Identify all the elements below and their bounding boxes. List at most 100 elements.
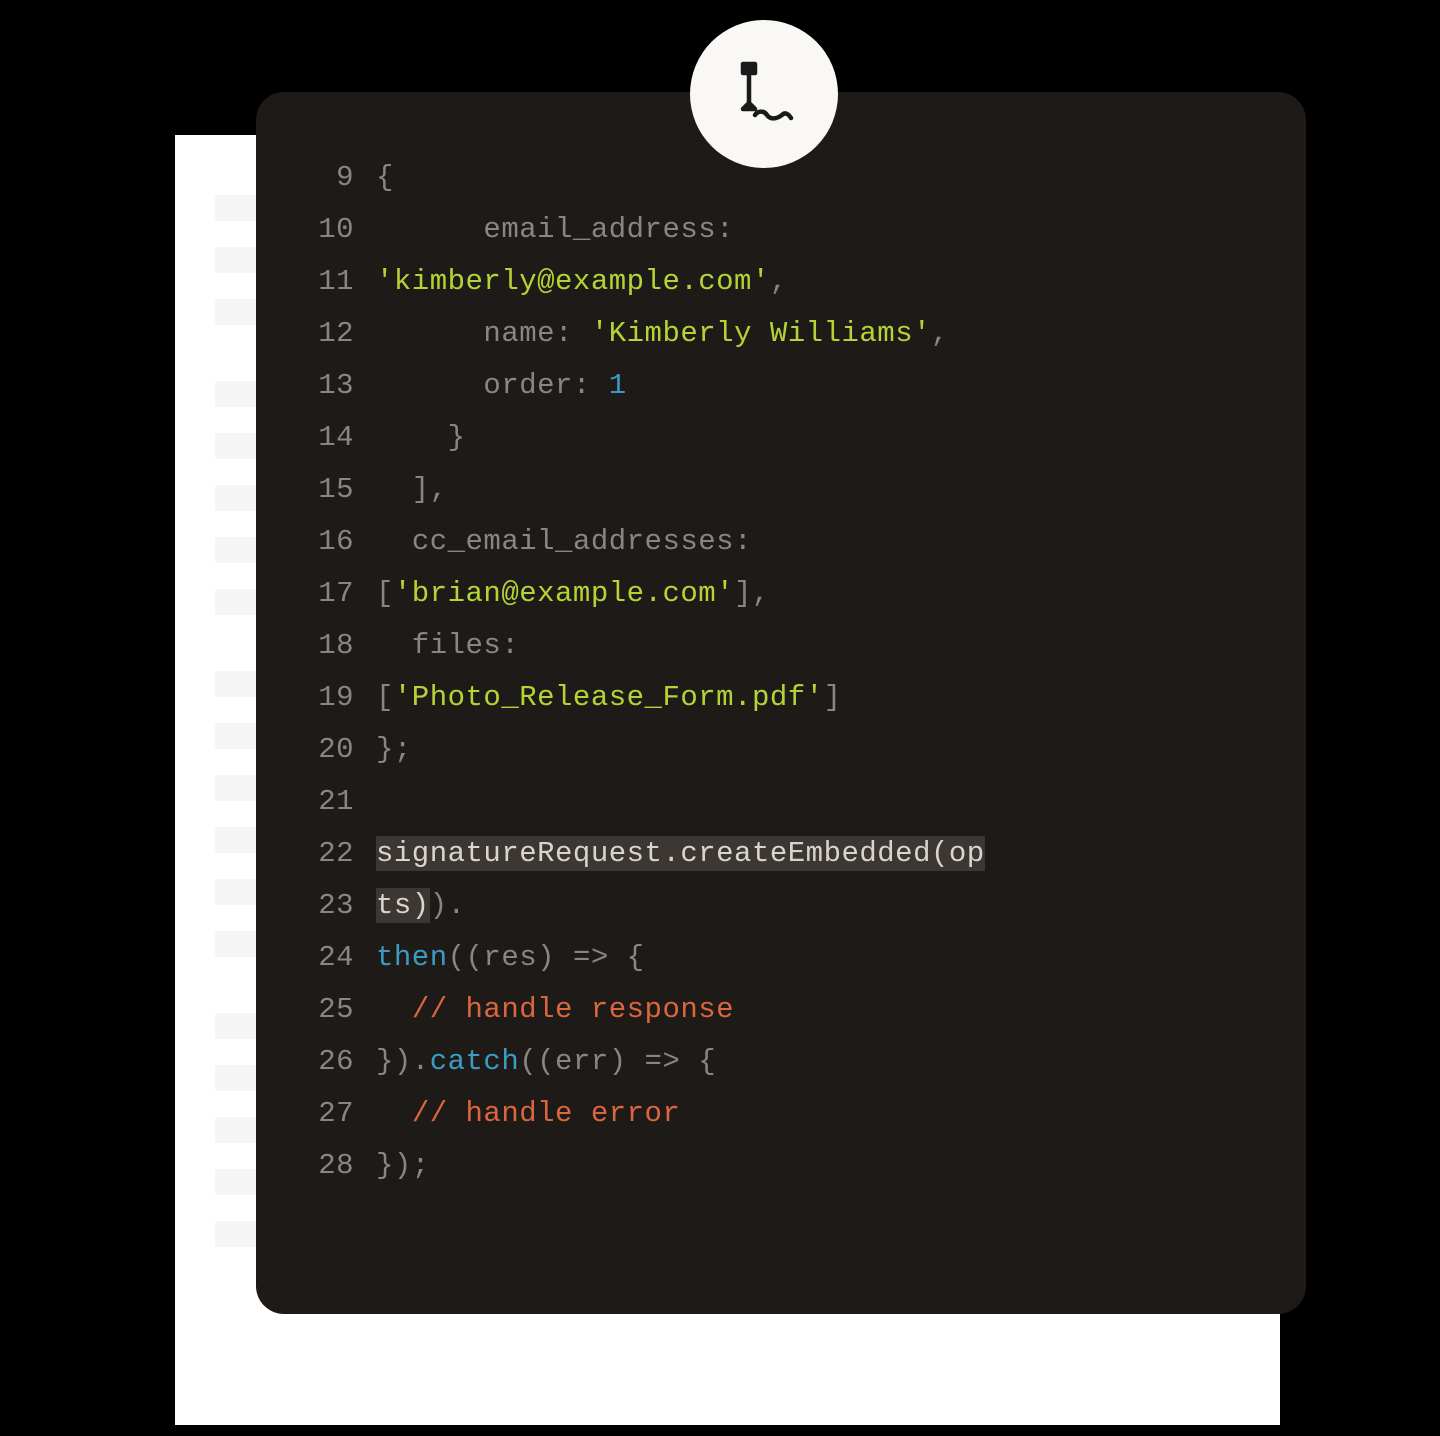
code-token: // handle error bbox=[412, 1097, 681, 1130]
line-number: 9 bbox=[296, 152, 354, 204]
code-line[interactable]: 21 bbox=[296, 776, 1258, 828]
sign-badge bbox=[690, 20, 838, 168]
line-content[interactable]: } bbox=[376, 412, 1258, 464]
sign-icon bbox=[728, 58, 800, 130]
line-number: 27 bbox=[296, 1088, 354, 1140]
code-token: email_address: bbox=[483, 213, 734, 246]
code-line[interactable]: 20}; bbox=[296, 724, 1258, 776]
code-line[interactable]: 16 cc_email_addresses: bbox=[296, 516, 1258, 568]
code-token: ((res) => { bbox=[448, 941, 645, 974]
code-line[interactable]: 10 email_address: bbox=[296, 204, 1258, 256]
code-line[interactable]: 28}); bbox=[296, 1140, 1258, 1192]
code-line[interactable]: 13 order: 1 bbox=[296, 360, 1258, 412]
line-content[interactable]: name: 'Kimberly Williams', bbox=[376, 308, 1258, 360]
line-content[interactable]: email_address: bbox=[376, 204, 1258, 256]
line-content[interactable]: files: bbox=[376, 620, 1258, 672]
line-number: 26 bbox=[296, 1036, 354, 1088]
line-content[interactable]: signatureRequest.createEmbedded(op bbox=[376, 828, 1258, 880]
code-token: { bbox=[376, 161, 394, 194]
line-number: 24 bbox=[296, 932, 354, 984]
code-token: }; bbox=[376, 733, 412, 766]
code-token: [ bbox=[376, 681, 394, 714]
line-content[interactable]: // handle error bbox=[376, 1088, 1258, 1140]
code-line[interactable]: 26}).catch((err) => { bbox=[296, 1036, 1258, 1088]
line-number: 28 bbox=[296, 1140, 354, 1192]
code-token: 'Kimberly Williams' bbox=[591, 317, 931, 350]
code-line[interactable]: 18 files: bbox=[296, 620, 1258, 672]
line-number: 10 bbox=[296, 204, 354, 256]
line-content[interactable]: ['Photo_Release_Form.pdf'] bbox=[376, 672, 1258, 724]
code-token: ] bbox=[824, 681, 842, 714]
code-line[interactable]: 17 ['brian@example.com'], bbox=[296, 568, 1258, 620]
code-token: // handle response bbox=[412, 993, 734, 1026]
code-token bbox=[376, 213, 483, 246]
code-token: } bbox=[376, 421, 466, 454]
line-number: 18 bbox=[296, 620, 354, 672]
line-content[interactable]: }; bbox=[376, 724, 1258, 776]
line-content[interactable]: ['brian@example.com'], bbox=[376, 568, 1258, 620]
line-content[interactable]: cc_email_addresses: bbox=[376, 516, 1258, 568]
line-content[interactable]: }); bbox=[376, 1140, 1258, 1192]
line-content[interactable]: { bbox=[376, 152, 1258, 204]
line-number: 12 bbox=[296, 308, 354, 360]
code-token bbox=[376, 369, 483, 402]
code-editor-panel[interactable]: 9{10 email_address:11'kimberly@example.c… bbox=[256, 92, 1306, 1314]
code-line[interactable]: 24 then((res) => { bbox=[296, 932, 1258, 984]
line-number: 23 bbox=[296, 880, 354, 932]
code-token: ts) bbox=[376, 888, 430, 923]
line-number: 17 bbox=[296, 568, 354, 620]
code-token: catch bbox=[430, 1045, 520, 1078]
line-content[interactable]: ts)). bbox=[376, 880, 1258, 932]
line-number: 25 bbox=[296, 984, 354, 1036]
code-line[interactable]: 12 name: 'Kimberly Williams', bbox=[296, 308, 1258, 360]
line-number: 16 bbox=[296, 516, 354, 568]
line-content[interactable]: // handle response bbox=[376, 984, 1258, 1036]
code-line[interactable]: 14 } bbox=[296, 412, 1258, 464]
code-token: ). bbox=[430, 889, 466, 922]
code-token: name: bbox=[483, 317, 590, 350]
code-token: ], bbox=[734, 577, 770, 610]
code-token: then bbox=[376, 941, 448, 974]
line-content[interactable]: }).catch((err) => { bbox=[376, 1036, 1258, 1088]
code-token: ], bbox=[376, 473, 448, 506]
code-token bbox=[376, 1097, 412, 1130]
line-number: 20 bbox=[296, 724, 354, 776]
code-token: [ bbox=[376, 577, 394, 610]
code-token: , bbox=[931, 317, 949, 350]
code-token: cc_email_addresses: bbox=[412, 525, 752, 558]
line-number: 22 bbox=[296, 828, 354, 880]
line-number: 13 bbox=[296, 360, 354, 412]
line-content[interactable]: then((res) => { bbox=[376, 932, 1258, 984]
line-number: 21 bbox=[296, 776, 354, 828]
code-token: }). bbox=[376, 1045, 430, 1078]
code-token: ((err) => { bbox=[519, 1045, 716, 1078]
code-token: 1 bbox=[609, 369, 627, 402]
code-line[interactable]: 11 'kimberly@example.com', bbox=[296, 256, 1258, 308]
code-token bbox=[376, 993, 412, 1026]
code-token: 'kimberly@example.com' bbox=[376, 265, 770, 298]
line-number: 11 bbox=[296, 256, 354, 308]
code-token: signatureRequest.createEmbedded(op bbox=[376, 836, 985, 871]
code-token: }); bbox=[376, 1149, 430, 1182]
line-content[interactable]: ], bbox=[376, 464, 1258, 516]
line-content[interactable]: order: 1 bbox=[376, 360, 1258, 412]
code-content-area[interactable]: 9{10 email_address:11'kimberly@example.c… bbox=[296, 152, 1258, 1192]
code-line[interactable]: 22 signatureRequest.createEmbedded(op bbox=[296, 828, 1258, 880]
code-line[interactable]: 25 // handle response bbox=[296, 984, 1258, 1036]
code-line[interactable]: 27 // handle error bbox=[296, 1088, 1258, 1140]
code-line[interactable]: 23 ts)). bbox=[296, 880, 1258, 932]
code-token: order: bbox=[483, 369, 608, 402]
line-content[interactable]: 'kimberly@example.com', bbox=[376, 256, 1258, 308]
code-token bbox=[376, 629, 412, 662]
code-token: , bbox=[770, 265, 788, 298]
code-token: 'Photo_Release_Form.pdf' bbox=[394, 681, 824, 714]
line-number: 14 bbox=[296, 412, 354, 464]
line-number: 15 bbox=[296, 464, 354, 516]
code-token bbox=[376, 525, 412, 558]
code-token bbox=[376, 317, 483, 350]
code-line[interactable]: 19 ['Photo_Release_Form.pdf'] bbox=[296, 672, 1258, 724]
code-line[interactable]: 15 ], bbox=[296, 464, 1258, 516]
code-token: files: bbox=[412, 629, 519, 662]
line-number: 19 bbox=[296, 672, 354, 724]
code-token: 'brian@example.com' bbox=[394, 577, 734, 610]
